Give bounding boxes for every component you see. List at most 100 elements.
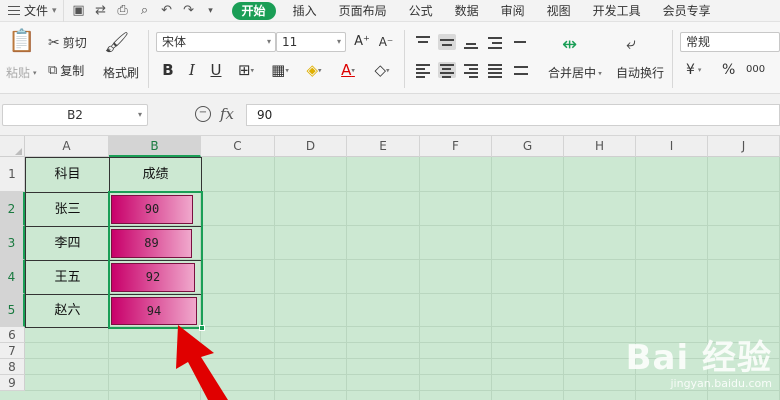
cell-A1[interactable]: 科目 — [25, 157, 110, 193]
column-header-C[interactable]: C — [201, 136, 275, 157]
chevron-down-icon: ▾ — [52, 5, 57, 16]
tab-6[interactable]: 视图 — [536, 2, 582, 20]
row-header-6[interactable]: 6 — [0, 327, 25, 343]
grid-column-line — [563, 157, 564, 400]
wrap-text-icon: ⤶ — [626, 34, 636, 54]
print-icon[interactable]: ⎙ — [116, 3, 130, 18]
align-top-icon[interactable] — [414, 34, 432, 50]
align-left-icon[interactable] — [414, 62, 432, 78]
indent-icon[interactable] — [486, 34, 504, 50]
tab-0[interactable]: 开始 — [231, 1, 276, 20]
row-header-1[interactable]: 1 — [0, 157, 25, 192]
undo-icon[interactable]: ↶ — [160, 3, 174, 18]
export-icon[interactable]: ⇄ — [94, 3, 108, 18]
row-header-2[interactable]: 2 — [0, 192, 25, 226]
customize-chevron-icon[interactable]: ▾ — [204, 4, 218, 18]
column-header-J[interactable]: J — [708, 136, 780, 157]
cell-A5[interactable]: 赵六 — [25, 294, 110, 328]
column-header-F[interactable]: F — [420, 136, 492, 157]
column-header-I[interactable]: I — [636, 136, 708, 157]
paste-button[interactable]: 📋 — [8, 30, 35, 54]
file-menu[interactable]: 文件 ▾ — [0, 0, 63, 22]
distribute-icon[interactable] — [512, 62, 530, 78]
row-header-7[interactable]: 7 — [0, 343, 25, 359]
cell-B1[interactable]: 成绩 — [109, 157, 202, 193]
bold-icon[interactable]: B — [158, 60, 178, 80]
column-header-G[interactable]: G — [492, 136, 564, 157]
decrease-font-icon[interactable]: A⁻ — [376, 32, 396, 52]
align-middle-icon[interactable] — [438, 34, 456, 50]
grid-column-line — [274, 157, 275, 400]
tab-5[interactable]: 审阅 — [490, 2, 536, 20]
column-header-H[interactable]: H — [564, 136, 636, 157]
row-header-5[interactable]: 5 — [0, 294, 25, 327]
column-header-D[interactable]: D — [275, 136, 347, 157]
fx-icon[interactable]: fx — [220, 105, 234, 123]
paste-label: 粘贴 — [6, 66, 31, 80]
format-painter-button[interactable]: 🖌 — [104, 30, 129, 54]
cut-button[interactable]: ✂ 剪切 — [48, 34, 87, 51]
formula-input[interactable]: 90 — [246, 104, 780, 126]
font-color-icon[interactable]: A▾ — [334, 60, 362, 80]
clear-format-icon[interactable]: ◇▾ — [368, 60, 396, 80]
number-format-value: 常规 — [686, 35, 711, 49]
row-header-4[interactable]: 4 — [0, 260, 25, 294]
fill-color-icon[interactable]: ◈▾ — [300, 60, 328, 80]
tab-2[interactable]: 页面布局 — [328, 2, 398, 20]
merge-center-button[interactable]: ⇹ — [562, 34, 577, 55]
formula-bar: B2 ▾ − fx 90 — [0, 94, 780, 136]
wrap-text-label: 自动换行 — [616, 66, 665, 80]
databar-B4: 92 — [111, 263, 195, 292]
cell-A3[interactable]: 李四 — [25, 226, 110, 261]
row-header-8[interactable]: 8 — [0, 359, 25, 375]
italic-icon[interactable]: I — [182, 60, 202, 80]
tab-3[interactable]: 公式 — [398, 2, 444, 20]
align-right-icon[interactable] — [462, 62, 480, 78]
menu-bar: 文件 ▾ ▣ ⇄ ⎙ ⌕ ↶ ↷ ▾ 开始 插入 页面布局 公式 数据 审阅 视图 开发工具会… — [0, 0, 780, 22]
column-header-A[interactable]: A — [25, 136, 109, 157]
borders-icon[interactable]: ⊞▾ — [232, 60, 260, 80]
align-bottom-icon[interactable] — [462, 34, 480, 50]
font-size-value: 11 — [282, 35, 298, 49]
justify-icon[interactable] — [486, 62, 504, 78]
tab-1[interactable]: 插入 — [282, 2, 328, 20]
paste-icon: 📋 — [8, 29, 36, 54]
column-header-E[interactable]: E — [347, 136, 420, 157]
name-box-value: B2 — [67, 108, 83, 122]
rotate-text-icon[interactable] — [512, 34, 530, 50]
merge-center-label-group[interactable]: 合并居中 ▾ — [548, 64, 602, 81]
save-icon[interactable]: ▣ — [72, 3, 86, 18]
brush-icon: 🖌 — [104, 30, 130, 54]
underline-icon[interactable]: U — [206, 60, 226, 80]
cell-A2[interactable]: 张三 — [25, 192, 110, 227]
databar-B5: 94 — [111, 297, 197, 325]
fill-pattern-icon[interactable]: ▦▾ — [266, 60, 294, 80]
percent-button[interactable]: % — [722, 62, 735, 78]
font-name-select[interactable]: 宋体 ▾ — [156, 32, 276, 52]
font-size-select[interactable]: 11 ▾ — [276, 32, 346, 52]
tab-8[interactable]: 会员专享 — [652, 2, 722, 20]
cell-A4[interactable]: 王五 — [25, 260, 110, 295]
increase-font-icon[interactable]: A⁺ — [352, 32, 372, 52]
ribbon-divider — [672, 30, 673, 88]
wrap-text-button[interactable]: ⤶ — [626, 34, 636, 54]
name-box[interactable]: B2 ▾ — [2, 104, 148, 126]
currency-button[interactable]: ¥ ▾ — [686, 62, 701, 78]
comma-style-button[interactable]: 000 — [746, 64, 765, 75]
select-all-corner[interactable] — [0, 136, 25, 157]
row-header-9[interactable]: 9 — [0, 375, 25, 391]
file-menu-label: 文件 — [24, 4, 49, 18]
chevron-down-icon: ▾ — [266, 37, 271, 46]
paste-label-group[interactable]: 粘贴 ▾ — [6, 64, 37, 81]
tab-7[interactable]: 开发工具 — [582, 2, 652, 20]
align-center-icon[interactable] — [438, 62, 456, 78]
column-header-B[interactable]: B — [109, 136, 201, 157]
row-header-3[interactable]: 3 — [0, 226, 25, 260]
zoom-icon[interactable]: − — [195, 106, 211, 122]
print-preview-icon[interactable]: ⌕ — [138, 3, 152, 18]
copy-button[interactable]: ⧉ 复制 — [48, 62, 84, 79]
tab-4[interactable]: 数据 — [444, 2, 490, 20]
fill-handle[interactable] — [199, 325, 205, 331]
redo-icon[interactable]: ↷ — [182, 3, 196, 18]
number-format-select[interactable]: 常规 — [680, 32, 780, 52]
